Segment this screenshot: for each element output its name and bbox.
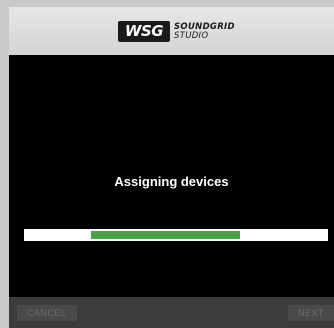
header-bar: WSG SOUNDGRID STUDIO bbox=[9, 7, 334, 55]
footer-bar: CANCEL NEXT bbox=[9, 297, 334, 328]
status-text: Assigning devices bbox=[114, 174, 229, 189]
next-button[interactable]: NEXT bbox=[287, 305, 334, 321]
progress-bar bbox=[24, 229, 328, 241]
logo-badge: WSG bbox=[118, 21, 170, 42]
logo-line-studio: STUDIO bbox=[174, 30, 209, 41]
logo-text: SOUNDGRID STUDIO bbox=[174, 22, 235, 41]
progress-bar-fill bbox=[90, 231, 240, 239]
soundgrid-studio-logo: WSG SOUNDGRID STUDIO bbox=[118, 20, 235, 43]
assign-devices-dialog: WSG SOUNDGRID STUDIO Assigning devices C… bbox=[9, 7, 334, 328]
cancel-button[interactable]: CANCEL bbox=[17, 305, 77, 321]
